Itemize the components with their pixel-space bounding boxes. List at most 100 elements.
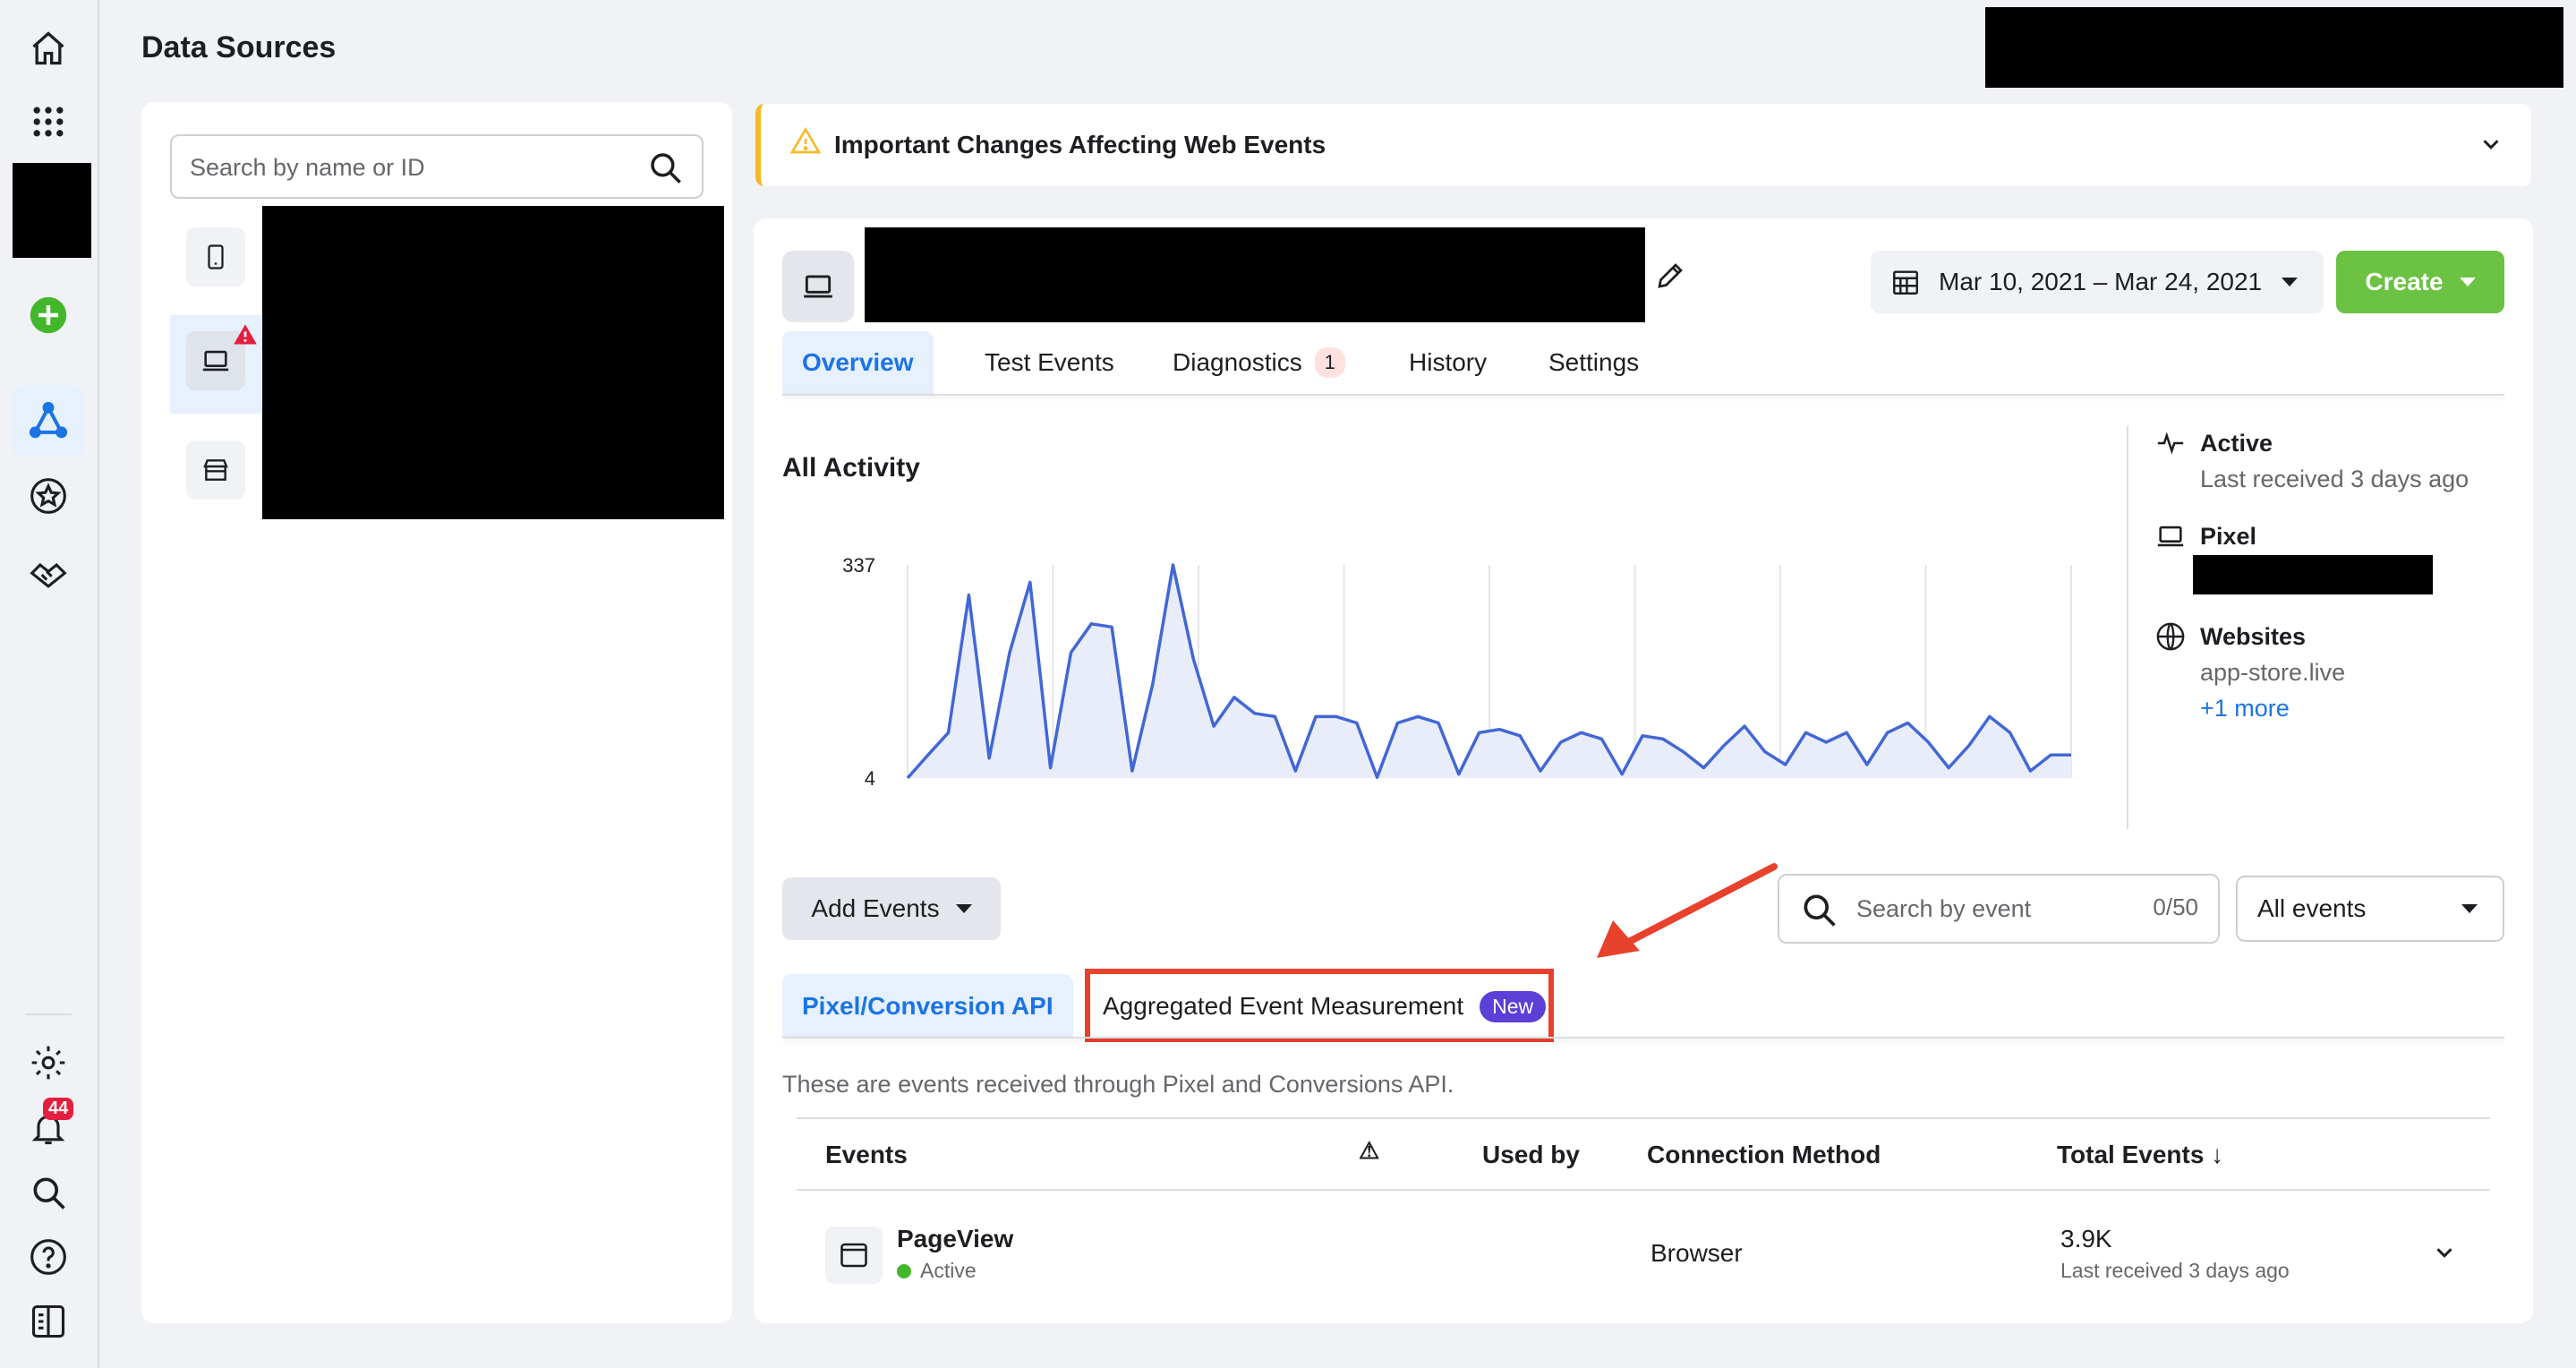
table-row[interactable]: PageView Active Browser 3.9K Last receiv… <box>797 1194 2490 1302</box>
diagnostics-count-badge: 1 <box>1314 347 1345 378</box>
notifications-count-badge: 44 <box>43 1098 74 1120</box>
new-badge: New <box>1480 990 1547 1022</box>
page-view-icon <box>825 1227 883 1284</box>
status-label: Active <box>2200 430 2273 457</box>
activity-title: All Activity <box>782 453 920 483</box>
activity-chart: Mar 10Mar 12Mar 14Mar 16Mar 18Mar 19Mar … <box>842 554 2072 790</box>
tab-aggregated-event-measurement[interactable]: Aggregated Event Measurement New <box>1103 974 1547 1039</box>
page-title: Data Sources <box>141 30 337 64</box>
tab-label: Settings <box>1548 348 1640 376</box>
warning-alert-icon <box>234 324 257 345</box>
event-status-text: Active <box>920 1259 977 1282</box>
pixel-laptop-icon <box>782 251 854 322</box>
tab-settings[interactable]: Settings <box>1529 331 1659 394</box>
home-icon[interactable] <box>20 20 77 77</box>
col-header-used-by[interactable]: Used by <box>1482 1141 1580 1169</box>
redacted-account-avatar <box>13 163 91 258</box>
notifications-bell-icon[interactable]: 44 <box>20 1098 77 1157</box>
tabs-divider <box>782 394 2504 396</box>
event-total: 3.9K <box>2060 1225 2112 1253</box>
calendar-icon <box>1893 270 1918 295</box>
banner-title: Important Changes Affecting Web Events <box>834 131 1326 158</box>
event-search-counter: 0/50 <box>2153 893 2198 920</box>
chart-y-tick-label: 337 <box>842 554 875 577</box>
source-search-placeholder: Search by name or ID <box>190 154 425 181</box>
tab-label: Overview <box>802 348 914 376</box>
table-header-border <box>797 1189 2490 1191</box>
laptop-icon <box>2157 526 2184 547</box>
tab-overview[interactable]: Overview <box>782 331 934 394</box>
web-source-item-selected[interactable] <box>170 315 269 414</box>
event-search-input[interactable]: Search by event 0/50 <box>1778 874 2220 944</box>
tab-label: Diagnostics <box>1173 348 1302 376</box>
activity-pulse-icon <box>2157 432 2184 455</box>
more-websites-link[interactable]: +1 more <box>2200 695 2290 722</box>
event-connection-method: Browser <box>1651 1239 1743 1267</box>
handshake-icon[interactable] <box>20 546 77 603</box>
apps-grid-icon[interactable] <box>20 93 77 150</box>
events-description: These are events received through Pixel … <box>782 1071 1454 1098</box>
important-changes-banner[interactable]: Important Changes Affecting Web Events <box>755 104 2531 186</box>
event-name[interactable]: PageView <box>897 1225 1013 1253</box>
search-icon[interactable] <box>20 1164 77 1221</box>
tab-history[interactable]: History <box>1389 331 1506 394</box>
create-button[interactable]: Create <box>2336 251 2504 313</box>
website-domain: app-store.live <box>2200 659 2346 686</box>
collapse-panel-icon[interactable] <box>20 1293 77 1350</box>
edit-pencil-icon[interactable] <box>1654 260 1686 292</box>
col-header-total-events[interactable]: Total Events ↓ <box>2057 1141 2223 1169</box>
pixel-label: Pixel <box>2200 523 2257 550</box>
create-label: Create <box>2365 268 2444 295</box>
create-plus-icon[interactable] <box>20 286 77 344</box>
col-header-connection-method[interactable]: Connection Method <box>1647 1141 1881 1169</box>
warning-triangle-icon <box>789 126 822 154</box>
subtabs-divider <box>782 1037 2504 1039</box>
data-source-list-card: Search by name or ID <box>141 102 732 1323</box>
col-header-warning: ⚠ <box>1359 1137 1380 1164</box>
event-filter-dropdown[interactable]: All events <box>2236 876 2504 942</box>
status-last-received: Last received 3 days ago <box>2200 466 2469 492</box>
pixel-details-card: Mar 10, 2021 – Mar 24, 2021 Create Overv… <box>754 218 2533 1323</box>
col-header-events[interactable]: Events <box>825 1141 908 1169</box>
tab-label: Pixel/Conversion API <box>802 992 1053 1020</box>
redacted-account-info <box>1985 7 2563 88</box>
mobile-app-source-icon[interactable] <box>186 227 245 286</box>
date-range-picker[interactable]: Mar 10, 2021 – Mar 24, 2021 <box>1871 251 2324 313</box>
add-events-button[interactable]: Add Events <box>782 877 1001 940</box>
websites-label: Websites <box>2200 623 2307 650</box>
caret-down-icon <box>2282 278 2299 286</box>
left-nav-rail: 44 <box>0 0 99 1368</box>
status-dot-icon <box>897 1263 911 1278</box>
redacted-source-names <box>262 206 724 519</box>
chevron-down-icon[interactable] <box>2431 1239 2458 1266</box>
add-events-label: Add Events <box>811 894 940 922</box>
tab-diagnostics[interactable]: Diagnostics 1 <box>1153 331 1365 394</box>
settings-gear-icon[interactable] <box>20 1034 77 1091</box>
event-status: Active <box>897 1259 977 1283</box>
event-last-received: Last received 3 days ago <box>2060 1259 2290 1282</box>
search-icon <box>1804 894 1836 927</box>
source-search-input[interactable]: Search by name or ID <box>170 134 704 199</box>
redacted-pixel-id <box>2193 555 2433 594</box>
chart-y-tick-label: 4 <box>865 767 875 790</box>
tab-label: History <box>1409 348 1488 376</box>
star-circle-icon[interactable] <box>20 467 77 525</box>
date-range-value: Mar 10, 2021 – Mar 24, 2021 <box>1939 268 2263 295</box>
tab-test-events[interactable]: Test Events <box>965 331 1134 394</box>
tab-pixel-conversion-api[interactable]: Pixel/Conversion API <box>782 974 1073 1039</box>
chart-info-divider <box>2127 426 2128 829</box>
table-top-border <box>797 1117 2490 1119</box>
tab-label: Test Events <box>985 348 1114 376</box>
caret-down-icon <box>2461 904 2478 913</box>
chevron-down-icon[interactable] <box>2478 131 2504 158</box>
events-manager-icon[interactable] <box>13 385 84 457</box>
rail-divider <box>25 1013 72 1015</box>
annotation-arrow <box>1597 863 1778 958</box>
offline-store-source-icon[interactable] <box>186 440 245 500</box>
help-icon[interactable] <box>20 1228 77 1286</box>
caret-down-icon <box>955 904 972 913</box>
globe-icon <box>2156 622 2185 651</box>
search-icon[interactable] <box>646 149 684 186</box>
event-filter-value: All events <box>2257 894 2367 922</box>
event-search-placeholder: Search by event <box>1856 895 2032 922</box>
